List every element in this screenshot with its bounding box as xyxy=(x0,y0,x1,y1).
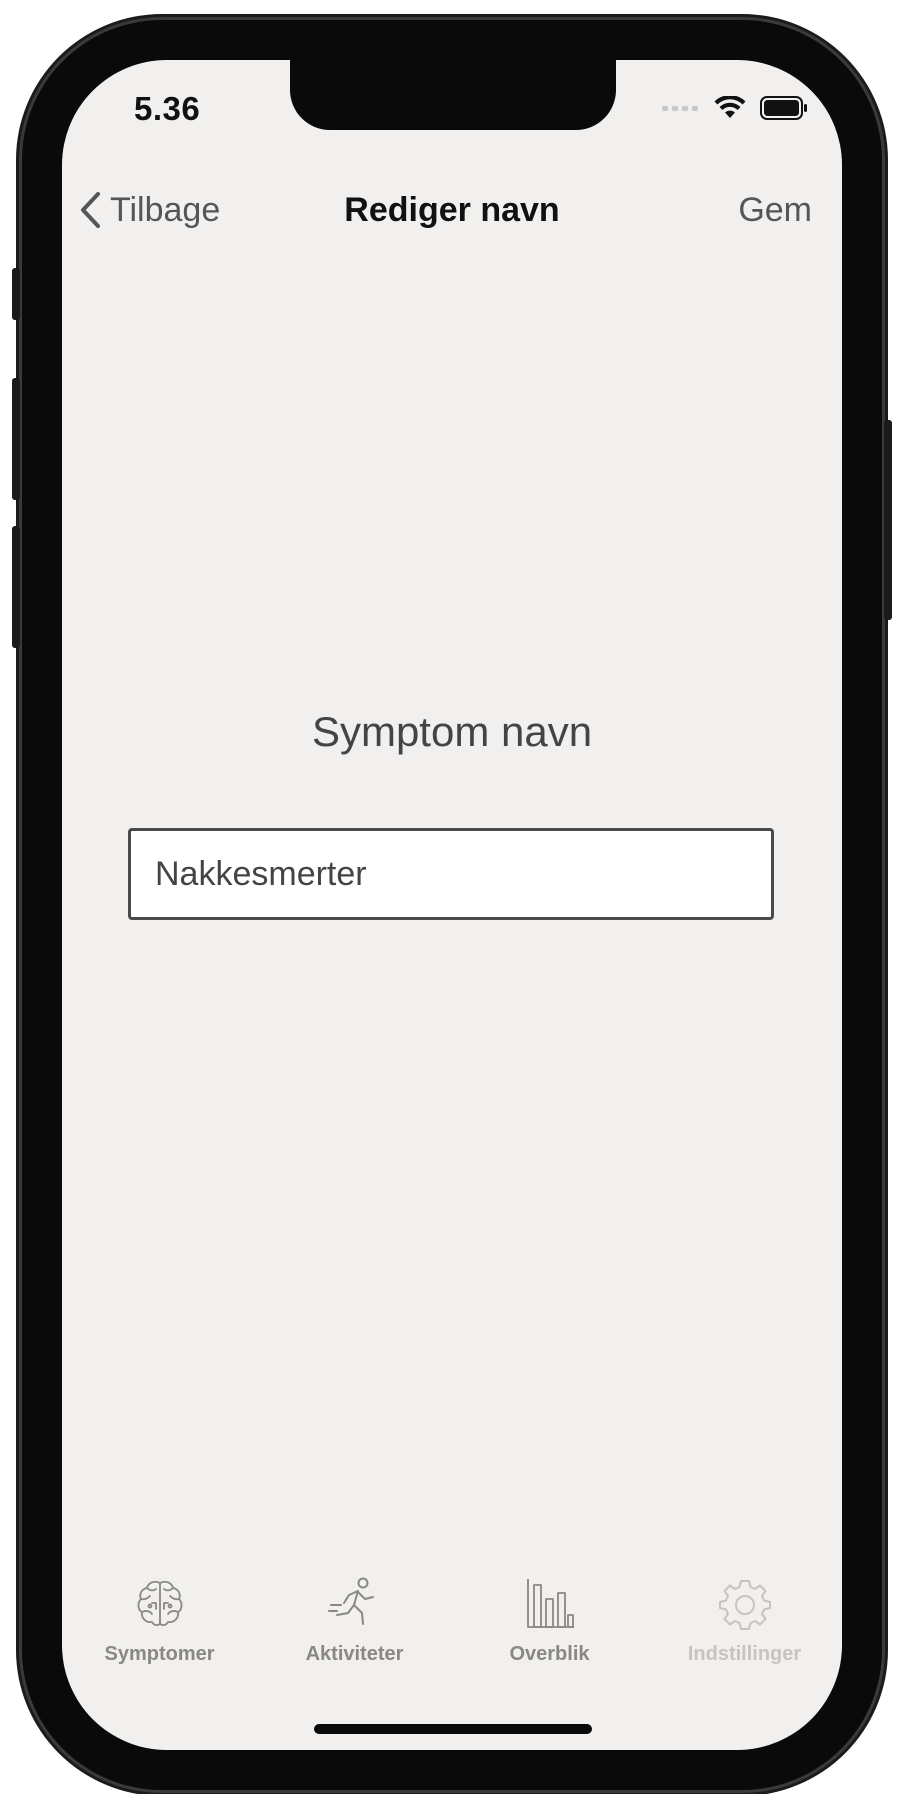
tab-bar: Symptomer Aktiviteter Overblik Indstilli… xyxy=(62,1575,842,1695)
symptom-name-label: Symptom navn xyxy=(311,708,593,755)
volume-down-button xyxy=(12,526,20,648)
save-button[interactable]: Gem xyxy=(738,170,812,250)
power-button xyxy=(884,420,892,620)
signal-icon xyxy=(662,106,698,111)
tab-label-aktiviteter: Aktiviteter xyxy=(305,1643,404,1665)
tab-label-overblik: Overblik xyxy=(509,1643,590,1665)
status-icons xyxy=(662,96,808,120)
tab-aktiviteter[interactable]: Aktiviteter xyxy=(257,1575,452,1695)
battery-icon xyxy=(760,96,807,120)
tab-label-indstillinger: Indstillinger xyxy=(687,1643,802,1665)
wifi-icon xyxy=(714,96,746,118)
page-title: Rediger navn xyxy=(344,191,560,229)
screen: 5.36 Tilbage Rediger navn Gem Symptom na… xyxy=(62,60,842,1750)
navigation-bar: Tilbage Rediger navn Gem xyxy=(62,170,842,250)
home-indicator xyxy=(314,1724,592,1734)
notch xyxy=(290,60,616,130)
gear-icon xyxy=(718,1580,771,1630)
volume-up-button xyxy=(12,378,20,500)
tab-indstillinger[interactable]: Indstillinger xyxy=(647,1575,842,1695)
bar-chart-icon xyxy=(526,1579,574,1628)
status-time: 5.36 xyxy=(134,90,201,127)
tab-label-symptomer: Symptomer xyxy=(104,1643,215,1665)
tab-overblik[interactable]: Overblik xyxy=(452,1575,647,1695)
brain-icon xyxy=(137,1580,182,1627)
symptom-name-input[interactable] xyxy=(128,828,774,920)
silent-switch xyxy=(12,268,20,320)
running-person-icon xyxy=(327,1577,374,1625)
tab-symptomer[interactable]: Symptomer xyxy=(62,1575,257,1695)
